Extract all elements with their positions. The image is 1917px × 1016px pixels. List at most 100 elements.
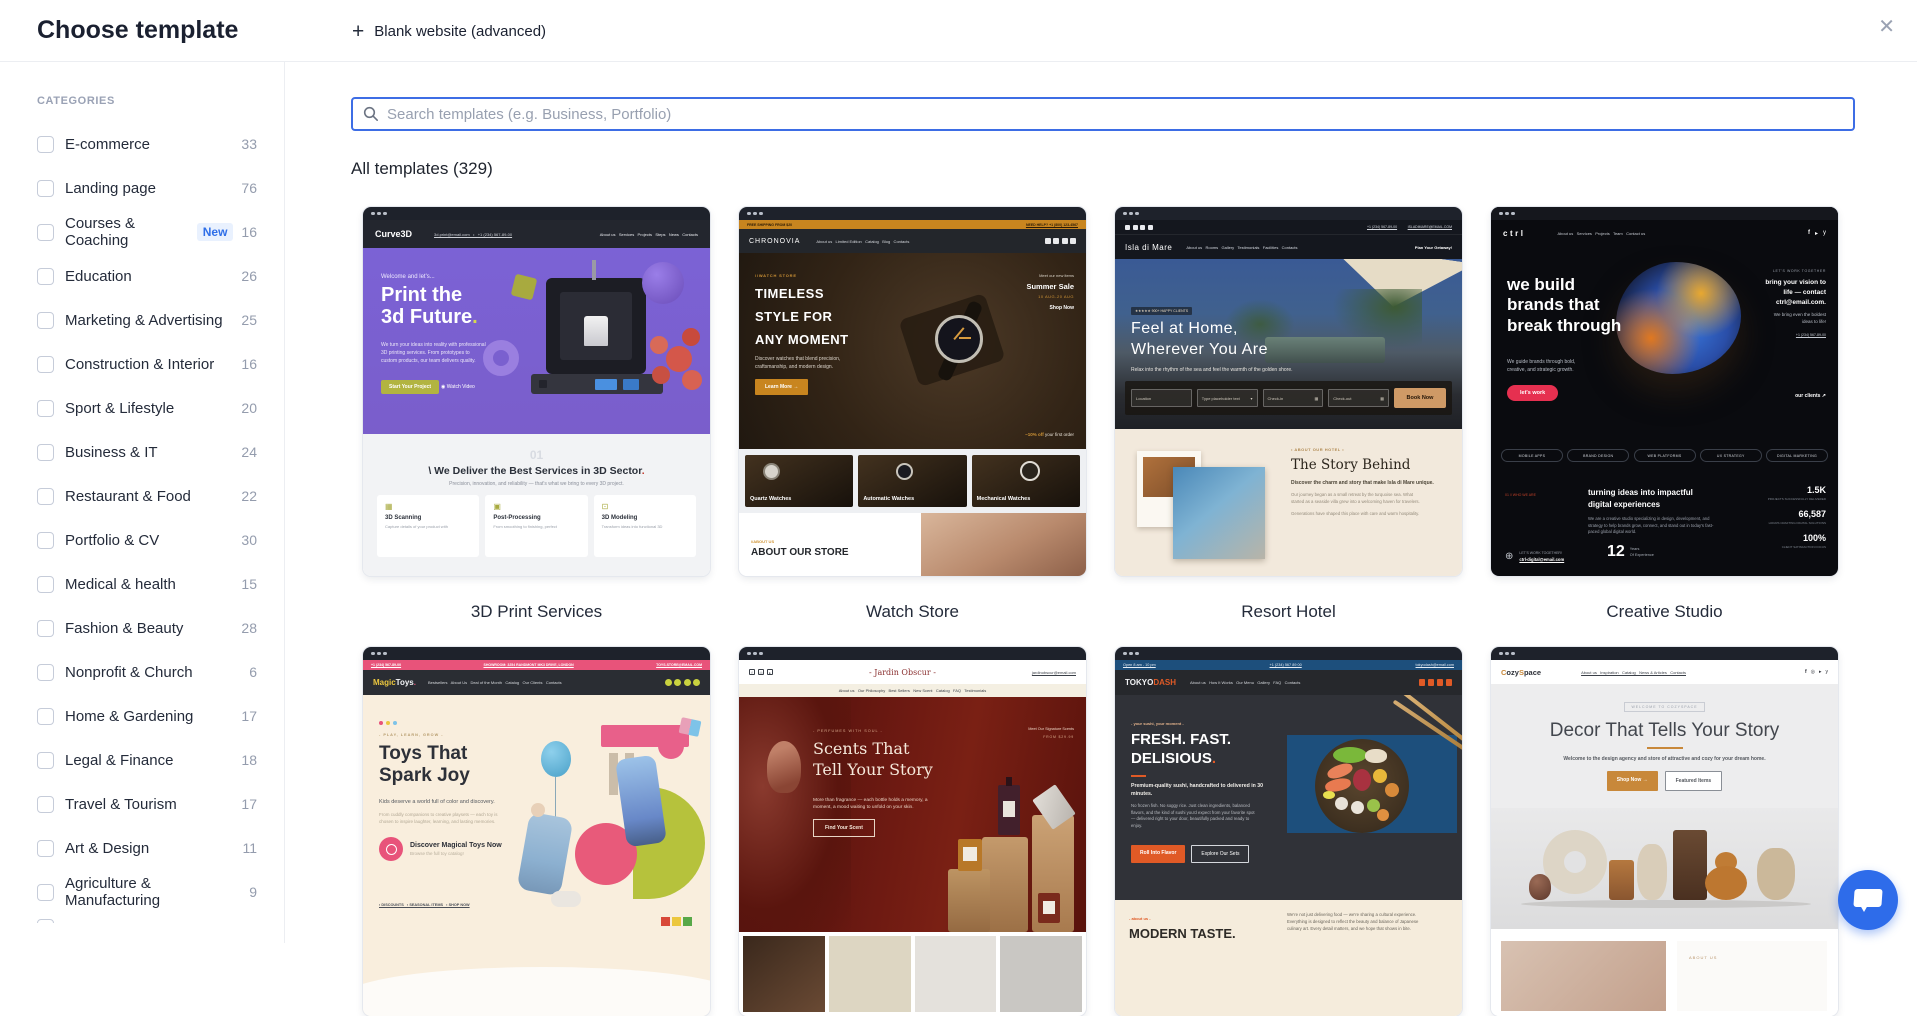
sidebar-item-marketing-advertising[interactable]: Marketing & Advertising25 [0, 298, 284, 342]
checkbox[interactable] [37, 224, 54, 241]
blank-website-button[interactable]: + Blank website (advanced) [352, 0, 546, 62]
twitter-icon: y [1826, 669, 1829, 675]
checkbox[interactable] [37, 532, 54, 549]
printer-graphic [546, 278, 646, 374]
mock-header: ctrl About us Services Projects Team Con… [1491, 220, 1838, 246]
checkbox[interactable] [37, 576, 54, 593]
search-bar [351, 97, 1855, 131]
book-now-button: Book Now [1394, 388, 1446, 408]
woman-face [767, 741, 801, 793]
hero-title: Toys ThatSpark Joy [379, 743, 470, 788]
checkbox[interactable] [37, 400, 54, 417]
product-thumbs [739, 932, 1086, 1016]
checkbox[interactable] [37, 664, 54, 681]
checkbox[interactable] [37, 136, 54, 153]
checkbox[interactable] [37, 840, 54, 857]
template-card-decor[interactable]: CozySpace About us Inspiration Catalog N… [1491, 647, 1838, 1016]
chat-widget-button[interactable] [1838, 870, 1898, 930]
watch-thumb [763, 463, 780, 480]
twitter-icon [1133, 225, 1138, 230]
sidebar-item-education[interactable]: Education26 [0, 254, 284, 298]
template-card-resort-hotel[interactable]: +1 (234) 567-89-00 ISLADIMARE@EMAIL.COM … [1115, 207, 1462, 576]
checkbox[interactable] [37, 488, 54, 505]
sushi-platter [1315, 739, 1409, 833]
checkbox[interactable] [37, 708, 54, 725]
hero-body: More than fragrance — each bottle holds … [813, 797, 928, 812]
checkbox[interactable] [37, 312, 54, 329]
mock-hero: Welcome and let's... Print the3d Future.… [363, 248, 710, 434]
tuna-piece [1353, 769, 1371, 791]
footer-contact: ⊕ LET'S WORK TOGETHER! ctrl-digital@emai… [1505, 551, 1564, 562]
search-input[interactable] [387, 106, 1853, 123]
hero-body: No frozen fish. No soggy rice. Just clea… [1131, 803, 1289, 830]
mock-header: CozySpace About us Inspiration Catalog N… [1491, 660, 1838, 684]
template-card-sushi[interactable]: Open 8 am - 10 pm +1 (234) 567 89 00 tok… [1115, 647, 1462, 1016]
scan-icon: ▦ [385, 502, 471, 511]
checkbox[interactable] [37, 752, 54, 769]
search-icon [363, 106, 379, 122]
template-card-perfume[interactable]: f ◎ ▸ - Jardin Obscur - jardinobscur@ema… [739, 647, 1086, 1016]
user-icon: ▣ [493, 502, 579, 511]
facebook-icon: f [1805, 669, 1807, 675]
sidebar-item-business-it[interactable]: Business & IT24 [0, 430, 284, 474]
mock-nav: About us Limited Edition Catalog Blog Co… [816, 239, 909, 244]
mock-hero: - PLAY, LEARN, GROW - Toys ThatSpark Joy… [363, 695, 710, 1016]
template-card-creative-studio[interactable]: ctrl About us Services Projects Team Con… [1491, 207, 1838, 576]
mock-topbar: +1 (234) 567-89-00 SHOWROOM: 3254 RANDMO… [363, 660, 710, 670]
sidebar-item-courses-coaching[interactable]: Courses & CoachingNew16 [0, 210, 284, 254]
sidebar-item-landing-page[interactable]: Landing page76 [0, 166, 284, 210]
lemon-slice [1323, 791, 1335, 799]
checkbox[interactable] [37, 180, 54, 197]
template-card-watch-store[interactable]: FREE SHIPPING FROM $20 NEED HELP? +1 (80… [739, 207, 1086, 576]
iridescent-blob [1616, 262, 1741, 374]
hero-kicker: Welcome and let's... [381, 274, 435, 280]
checkbox[interactable] [37, 796, 54, 813]
sidebar-item-fashion-beauty[interactable]: Fashion & Beauty28 [0, 606, 284, 650]
checkbox[interactable] [37, 620, 54, 637]
sidebar-item-agriculture-manufacturing[interactable]: Agriculture & Manufacturing9 [0, 870, 284, 914]
cloud-shape [551, 891, 581, 907]
pink-circle-shape [658, 733, 684, 759]
checkbox[interactable] [37, 884, 54, 901]
accent-dash [1131, 775, 1146, 777]
sidebar-item-legal-finance[interactable]: Legal & Finance18 [0, 738, 284, 782]
perfume-bottle-red [1038, 893, 1060, 923]
template-card-toys[interactable]: +1 (234) 567-89-00 SHOWROOM: 3254 RANDMO… [363, 647, 710, 1016]
deco-dots [379, 721, 397, 725]
sidebar-item-portfolio-cv[interactable]: Portfolio & CV30 [0, 518, 284, 562]
social-icons: f ◎ ▸ [749, 669, 773, 675]
youtube-icon [1437, 679, 1444, 686]
sidebar-item-nonprofit-church[interactable]: Nonprofit & Church6 [0, 650, 284, 694]
sidebar-item-construction-interior[interactable]: Construction & Interior16 [0, 342, 284, 386]
coral-shape [648, 328, 706, 394]
getaway-link: Plan Your Getaway! [1415, 245, 1452, 250]
social-icons [1419, 679, 1453, 686]
browser-chrome [1115, 207, 1462, 220]
sidebar-item-art-design[interactable]: Art & Design11 [0, 826, 284, 870]
sidebar-item-ecommerce[interactable]: E-commerce33 [0, 122, 284, 166]
template-card-3d-print-services[interactable]: Curve3D 3d.print@email.com • +1 (234) 56… [363, 207, 710, 576]
section-heading: \ We Deliver the Best Services in 3D Sec… [363, 465, 710, 477]
sidebar-item-travel-tourism[interactable]: Travel & Tourism17 [0, 782, 284, 826]
instagram-icon [674, 679, 681, 686]
hero-tag: WELCOME TO COZYSPACE [1624, 702, 1704, 712]
sidebar-item-sport-lifestyle[interactable]: Sport & Lifestyle20 [0, 386, 284, 430]
mock-logo: Isla di Mare [1125, 243, 1172, 252]
chevron-down-icon: ▾ [1250, 396, 1252, 401]
checkbox[interactable] [37, 356, 54, 373]
close-icon[interactable]: ✕ [1878, 17, 1895, 37]
hero-title: Scents That Tell Your Story [813, 739, 933, 781]
checkbox[interactable] [37, 444, 54, 461]
instagram-icon: ◎ [1811, 669, 1815, 675]
pedestal-shape [948, 869, 990, 932]
partial-checkbox [37, 919, 54, 923]
hero-contact: LET'S WORK TOGETHER bring your vision to… [1765, 269, 1826, 337]
sidebar-item-medical-health[interactable]: Medical & health15 [0, 562, 284, 606]
modal-header: Choose template + Blank website (advance… [0, 0, 1917, 62]
social-icons: f◎▸y [1805, 669, 1828, 675]
hero-title: Print the3d Future. [381, 284, 478, 328]
checkbox[interactable] [37, 268, 54, 285]
hero-lead: Kids deserve a world full of color and d… [379, 799, 495, 805]
sidebar-item-home-gardening[interactable]: Home & Gardening17 [0, 694, 284, 738]
sidebar-item-restaurant-food[interactable]: Restaurant & Food22 [0, 474, 284, 518]
